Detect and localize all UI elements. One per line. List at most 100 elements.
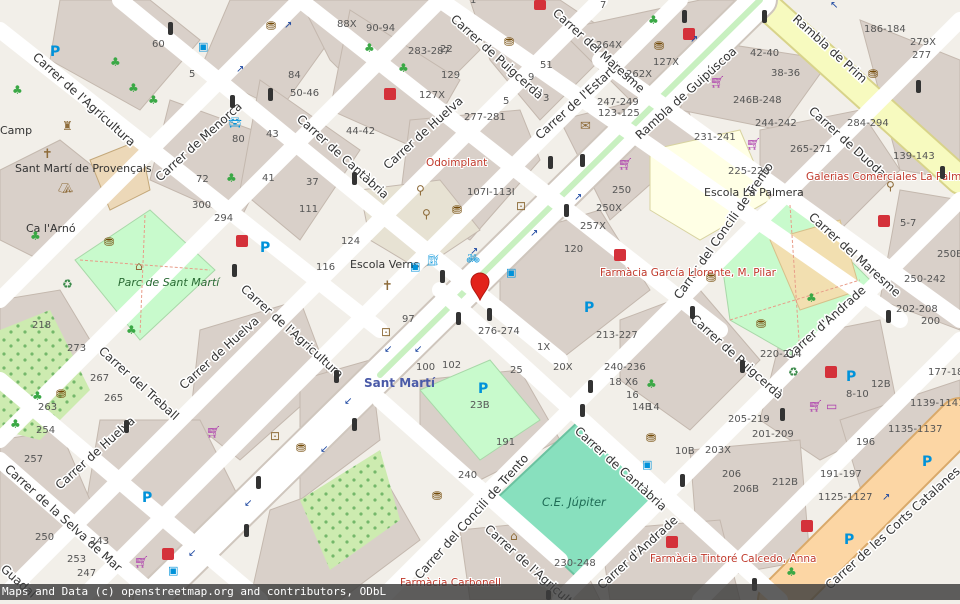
playground-icon: ♣ — [12, 83, 23, 97]
svg-text:20X: 20X — [553, 362, 573, 373]
svg-text:1X: 1X — [537, 342, 550, 353]
pharmacy-icon — [878, 215, 890, 227]
svg-text:273: 273 — [67, 343, 86, 354]
svg-text:97: 97 — [402, 314, 415, 325]
svg-text:44-42: 44-42 — [346, 126, 375, 137]
playground-icon: ♣ — [646, 377, 657, 391]
svg-text:↗: ↗ — [882, 492, 890, 503]
svg-text:43: 43 — [266, 129, 279, 140]
svg-text:51: 51 — [540, 60, 553, 71]
bus-stop-icon: ▣ — [506, 266, 516, 279]
sant-marti-provencals-label: Sant Martí de Provençals — [15, 162, 152, 175]
pharmacy-icon — [236, 235, 248, 247]
playground-icon: ♣ — [128, 81, 139, 95]
svg-text:279X: 279X — [910, 37, 936, 48]
galerias-label: Galerias Comerciales La Palmera — [806, 171, 960, 183]
svg-text:254: 254 — [36, 425, 55, 436]
svg-text:250: 250 — [612, 185, 631, 196]
svg-text:38-36: 38-36 — [771, 68, 800, 79]
svg-text:213-227: 213-227 — [596, 330, 638, 341]
playground-icon: ♣ — [786, 565, 797, 579]
svg-text:23B: 23B — [470, 400, 490, 411]
svg-text:25: 25 — [510, 365, 523, 376]
svg-text:116: 116 — [316, 262, 335, 273]
svg-text:50-46: 50-46 — [290, 88, 319, 99]
waste-basket-icon: ⛃ — [504, 35, 514, 49]
svg-text:276-274: 276-274 — [478, 326, 520, 337]
camp-label: Camp — [0, 124, 32, 137]
shop-icon: 🛒︎ — [618, 157, 633, 171]
svg-text:206B: 206B — [733, 484, 759, 495]
svg-text:8-10: 8-10 — [846, 389, 869, 400]
waste-basket-icon: ⛃ — [452, 203, 462, 217]
svg-text:↗: ↗ — [690, 34, 698, 45]
svg-text:250-242: 250-242 — [904, 274, 946, 285]
svg-text:↙: ↙ — [344, 396, 352, 407]
svg-text:243: 243 — [90, 536, 109, 547]
svg-text:↙: ↙ — [320, 444, 328, 455]
svg-text:246B-248: 246B-248 — [733, 95, 782, 106]
bus-stop-icon: ▣ — [168, 564, 178, 577]
parking-icon: P — [584, 300, 594, 316]
post-box-icon: ✉ — [580, 119, 591, 134]
parking-icon: P — [844, 532, 854, 548]
recycling-icon: ♻ — [62, 277, 73, 291]
shelter-icon: ⌂ — [135, 259, 143, 273]
svg-text:↗: ↗ — [284, 20, 292, 31]
svg-text:↖: ↖ — [830, 0, 838, 11]
playground-icon: ♣ — [148, 93, 159, 107]
svg-text:3: 3 — [543, 93, 549, 104]
waste-basket-icon: ⛃ — [432, 489, 442, 503]
sant-marti-station-label: Sant Martí — [364, 376, 436, 390]
waste-basket-icon: ⛃ — [56, 387, 66, 401]
farmacia-tintore-label: Farmàcia Tintoré Calcedo, Anna — [650, 553, 816, 565]
svg-text:247-249: 247-249 — [597, 97, 639, 108]
svg-text:201-209: 201-209 — [752, 429, 794, 440]
parc-sant-marti-label: Parc de Sant Martí — [118, 276, 221, 289]
svg-text:127X: 127X — [653, 57, 679, 68]
svg-text:231-241: 231-241 — [694, 132, 736, 143]
svg-text:212B: 212B — [772, 477, 798, 488]
playground-icon: ♣ — [648, 13, 659, 27]
shop-icon: 🛒︎ — [746, 137, 761, 151]
svg-text:186-184: 186-184 — [864, 24, 906, 35]
playground-icon: ♣ — [806, 291, 817, 305]
svg-text:129: 129 — [441, 70, 460, 81]
svg-text:22: 22 — [440, 44, 453, 55]
svg-text:294: 294 — [214, 213, 233, 224]
svg-text:240-236: 240-236 — [604, 362, 646, 373]
shelter-icon: ⌂ — [510, 529, 518, 543]
fitness-icon: ⚲ — [416, 183, 425, 197]
parking-icon: P — [50, 44, 60, 60]
playground-icon: ♣ — [226, 171, 237, 185]
svg-text:203X: 203X — [705, 445, 731, 456]
svg-text:100: 100 — [416, 362, 435, 373]
svg-text:277-281: 277-281 — [464, 112, 506, 123]
parking-icon: P — [260, 240, 270, 256]
svg-text:225-229: 225-229 — [728, 166, 770, 177]
pharmacy-icon — [666, 536, 678, 548]
picnic-icon: ⛺︎ — [58, 181, 73, 195]
svg-text:72: 72 — [196, 174, 209, 185]
svg-text:1135-1137: 1135-1137 — [888, 424, 943, 435]
place-of-worship-icon: ✝ — [382, 279, 393, 294]
playground-icon: ♣ — [126, 323, 137, 337]
ce-jupiter-label: C.E. Júpiter — [542, 495, 607, 509]
svg-text:196: 196 — [856, 437, 875, 448]
shop-icon: 🛒︎ — [134, 555, 149, 569]
svg-text:191-197: 191-197 — [820, 469, 862, 480]
playground-icon: ♣ — [110, 55, 121, 69]
svg-text:7: 7 — [600, 0, 606, 11]
svg-text:↙: ↙ — [384, 344, 392, 355]
map-canvas[interactable]: Carrer de l'Agricultura Carrer de Menorc… — [0, 0, 960, 600]
pharmacy-icon — [162, 548, 174, 560]
svg-text:191: 191 — [496, 437, 515, 448]
shop-icon: 🛒︎ — [710, 75, 725, 89]
svg-text:↙: ↙ — [414, 344, 422, 355]
svg-text:1125-1127: 1125-1127 — [818, 492, 873, 503]
waste-basket-icon: ⛃ — [706, 271, 716, 285]
svg-text:80: 80 — [232, 134, 245, 145]
svg-text:41: 41 — [262, 173, 275, 184]
shop-icon: 🛒︎ — [206, 425, 221, 439]
svg-text:90-94: 90-94 — [366, 23, 395, 34]
